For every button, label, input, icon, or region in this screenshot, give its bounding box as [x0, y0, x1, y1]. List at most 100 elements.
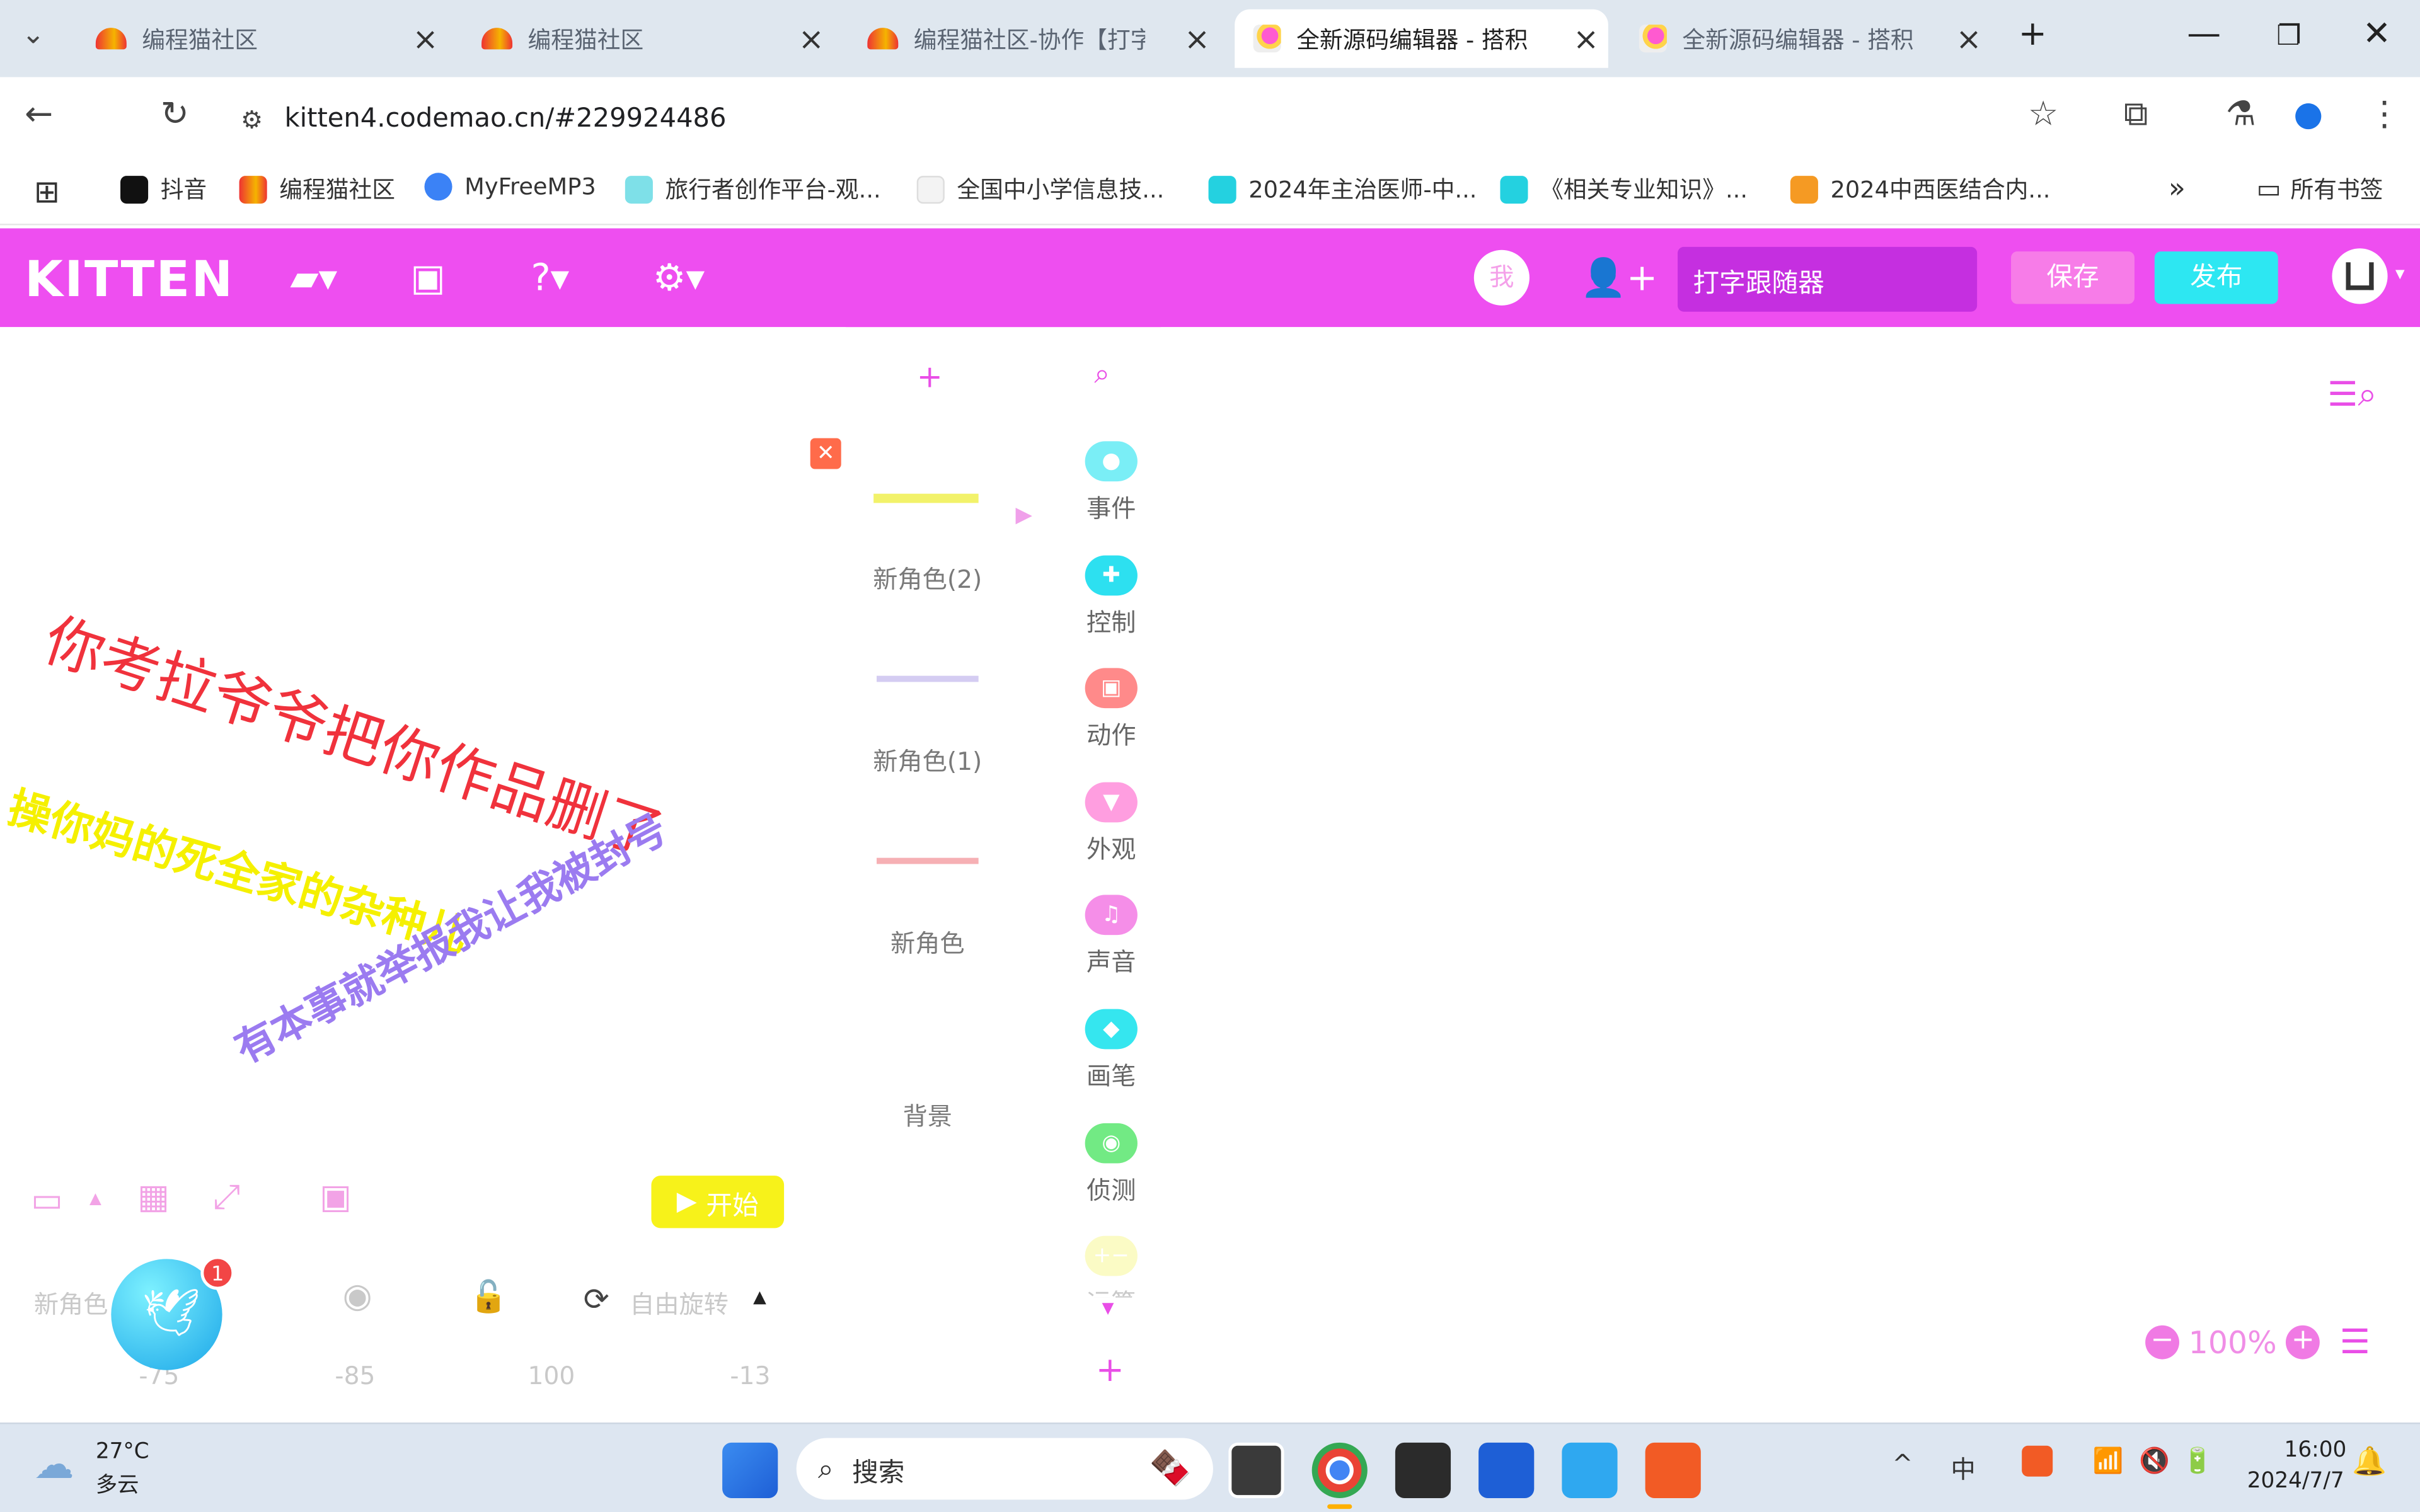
close-tab-icon[interactable]: × [1184, 20, 1210, 57]
all-bookmarks[interactable]: ▭ 所有书签 [2256, 173, 2383, 205]
category-pen[interactable]: ◆ 画笔 [1080, 1009, 1142, 1092]
sprite-label-1[interactable]: 新角色(1) [835, 741, 1020, 778]
extensions-icon[interactable]: ⧉ [2124, 96, 2148, 134]
apps-grid-icon[interactable]: ⊞ [34, 173, 60, 210]
sprite-thumb-1[interactable] [877, 675, 979, 682]
bookmark-douyin[interactable]: 抖音 [120, 173, 207, 205]
windows-start-icon[interactable] [722, 1442, 778, 1498]
tray-overflow-icon[interactable]: ^ [1892, 1449, 1913, 1479]
reload-icon[interactable]: ↻ [161, 96, 189, 134]
minimize-icon[interactable]: — [2173, 15, 2235, 54]
start-button[interactable]: ▶ 开始 [651, 1176, 785, 1228]
notifications-bell-icon[interactable]: 🔔 [2352, 1446, 2387, 1478]
terminal-icon[interactable] [1395, 1442, 1451, 1498]
close-tab-icon[interactable]: × [798, 20, 824, 57]
close-tab-icon[interactable]: × [1956, 20, 1981, 57]
file-menu-icon[interactable]: ▰▾ [290, 256, 337, 300]
account-avatar[interactable] [2332, 248, 2388, 304]
add-extension-icon[interactable]: + [1096, 1351, 1124, 1390]
user-avatar[interactable]: 我 [1473, 249, 1530, 306]
close-tab-icon[interactable]: × [1573, 20, 1599, 57]
clock-time[interactable]: 16:00 [2285, 1438, 2347, 1462]
bookmark-codemao[interactable]: 编程猫社区 [239, 173, 395, 205]
url-field[interactable]: ⚙ kitten4.codemao.cn/#229924486 [225, 89, 2170, 149]
sprite-label-2[interactable]: 新角色(2) [835, 559, 1020, 596]
sprite-name-field[interactable]: 新角色 [34, 1284, 108, 1321]
project-name-input[interactable]: 打字跟随器 [1678, 246, 1978, 312]
volume-muted-icon[interactable]: 🔇 [2139, 1446, 2170, 1475]
category-looks[interactable]: ▼ 外观 [1080, 782, 1142, 866]
site-info-icon[interactable]: ⚙ [241, 104, 263, 134]
browser-tab-5[interactable]: 全新源码编辑器 - 搭积木 × [1620, 9, 1991, 68]
publish-button[interactable]: 发布 [2154, 251, 2278, 304]
browser-tab-3[interactable]: 编程猫社区-协作【打字 × [849, 9, 1219, 68]
lock-icon[interactable]: 🔓 [469, 1278, 507, 1315]
weather-desc[interactable]: 多云 [96, 1469, 139, 1499]
size-value[interactable]: 100 [528, 1361, 575, 1390]
bookmark-tcm[interactable]: 2024中西医结合内... [1790, 173, 2050, 205]
bookmark-doctor-2024[interactable]: 2024年主治医师-中... [1208, 173, 1477, 205]
search-blocks-icon[interactable]: ⌕ [1094, 358, 1110, 390]
record-video-icon[interactable]: ▣ [320, 1179, 352, 1217]
invite-collaborator-icon[interactable]: 👤+ [1581, 256, 1657, 300]
clock-date[interactable]: 2024/7/7 [2247, 1469, 2344, 1493]
browser-tab-4-active[interactable]: 全新源码编辑器 - 搭积木 × [1235, 9, 1608, 68]
sprite-expand-icon[interactable]: ▶ [1015, 503, 1032, 527]
grid-icon[interactable]: ▦ [137, 1179, 170, 1217]
zoom-in-icon[interactable]: + [2286, 1324, 2320, 1360]
zoom-out-icon[interactable]: − [2145, 1324, 2179, 1360]
bookmark-traveler[interactable]: 旅行者创作平台-观... [625, 173, 881, 205]
taskbar-search[interactable]: ⌕ 搜索 🍫 [796, 1438, 1213, 1500]
rotation-icon[interactable]: ⟳ [584, 1281, 609, 1318]
sprite-thumb-2[interactable] [873, 493, 979, 503]
category-sound[interactable]: ♫ 声音 [1080, 895, 1142, 978]
small-stage-icon[interactable]: ▭ [31, 1182, 63, 1220]
profile-icon[interactable]: ● [2293, 96, 2323, 134]
category-motion[interactable]: ▣ 动作 [1080, 668, 1142, 751]
battery-icon[interactable]: 🔋 [2182, 1446, 2213, 1475]
feishu-bird-icon[interactable] [1562, 1442, 1618, 1498]
category-control[interactable]: ✚ 控制 [1080, 555, 1142, 639]
workspace-search-icon[interactable]: ☰⌕ [2327, 377, 2377, 415]
scroll-down-caret-icon[interactable]: ▼ [1102, 1301, 1114, 1318]
category-events[interactable]: ● 事件 [1080, 441, 1142, 524]
close-tab-icon[interactable]: × [412, 20, 438, 57]
fullscreen-icon[interactable]: ⤢ [213, 1179, 240, 1217]
close-window-icon[interactable]: ✕ [2346, 15, 2407, 54]
sprite-label-0[interactable]: 新角色 [835, 923, 1020, 960]
help-menu-icon[interactable]: ?▾ [531, 256, 569, 300]
settings-menu-icon[interactable]: ⚙▾ [653, 256, 705, 300]
category-sensing[interactable]: ◉ 侦测 [1080, 1123, 1142, 1206]
more-bookmarks-icon[interactable]: » [2169, 173, 2186, 205]
tab-search-chevron-icon[interactable]: ⌄ [21, 18, 45, 50]
visibility-eye-icon[interactable]: ◉ [343, 1278, 372, 1316]
bookmark-star-icon[interactable]: ☆ [2028, 96, 2058, 134]
browser-tab-1[interactable]: 编程猫社区 × [77, 9, 447, 68]
save-button[interactable]: 保存 [2011, 251, 2135, 304]
restore-icon[interactable]: ❐ [2258, 20, 2320, 52]
wifi-icon[interactable]: 📶 [2093, 1446, 2124, 1475]
y-value[interactable]: -85 [335, 1361, 375, 1390]
arrange-blocks-icon[interactable]: ☰ [2340, 1324, 2370, 1362]
sogou-tray-icon[interactable] [2022, 1445, 2053, 1477]
labs-flask-icon[interactable]: ⚗ [2225, 96, 2256, 134]
category-operators[interactable]: +− 运算 [1080, 1235, 1142, 1298]
bookmark-noc[interactable]: 全国中小学信息技... [916, 173, 1164, 205]
close-stage-icon[interactable]: ✕ [810, 438, 841, 469]
background-label[interactable]: 背景 [835, 1096, 1020, 1133]
account-caret-icon[interactable]: ▾ [2395, 262, 2405, 284]
direction-value[interactable]: -13 [730, 1361, 770, 1390]
weather-temp[interactable]: 27°C [96, 1440, 149, 1464]
bookmark-knowledge[interactable]: 《相关专业知识》... [1500, 173, 1748, 205]
bookmark-myfreemp3[interactable]: MyFreeMP3 [424, 173, 596, 201]
backpack-icon[interactable]: ▣ [410, 256, 446, 300]
sprite-thumb-0[interactable] [877, 857, 979, 864]
add-sprite-icon[interactable]: + [917, 358, 943, 395]
rotation-caret-icon[interactable]: ▲ [753, 1286, 766, 1307]
chrome-icon[interactable] [1311, 1442, 1368, 1498]
task-view-icon[interactable] [1228, 1442, 1284, 1498]
stage-size-caret-icon[interactable]: ▲ [89, 1191, 101, 1208]
sogou-input-icon[interactable] [1645, 1442, 1701, 1498]
rotation-mode-select[interactable]: 自由旋转 [630, 1284, 729, 1321]
microsoft-store-icon[interactable] [1478, 1442, 1535, 1498]
